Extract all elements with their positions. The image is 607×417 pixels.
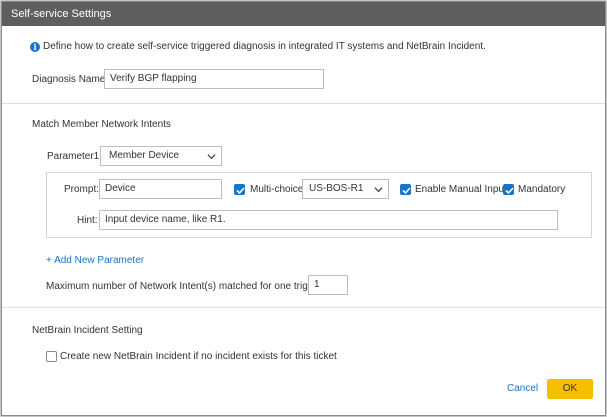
prompt-label: Prompt:: [64, 184, 100, 195]
parameter1-label: Parameter1:: [47, 151, 103, 162]
info-message: i Define how to create self-service trigg…: [30, 41, 486, 52]
mandatory-checkbox[interactable]: [503, 184, 514, 195]
manual-input-label: Enable Manual Input: [415, 184, 507, 195]
self-service-settings-dialog: Self-service Settings i Define how to cre…: [1, 1, 606, 416]
multi-choice-label: Multi-choice:: [250, 184, 307, 195]
section-divider: [2, 307, 605, 308]
section-divider: [2, 103, 605, 104]
hint-label: Hint:: [77, 215, 98, 226]
match-section-title: Match Member Network Intents: [32, 119, 171, 130]
create-incident-checkbox[interactable]: [46, 351, 57, 362]
dialog-titlebar[interactable]: Self-service Settings: [2, 2, 605, 26]
info-icon: i: [30, 42, 40, 52]
ok-button[interactable]: OK: [547, 379, 593, 399]
create-incident-label: Create new NetBrain Incident if no incid…: [60, 351, 337, 362]
parameter1-select[interactable]: Member Device: [100, 146, 222, 166]
checkmark-icon: [505, 187, 514, 195]
prompt-input[interactable]: Device: [99, 179, 222, 199]
chevron-down-icon: [207, 154, 216, 160]
diagnosis-name-input[interactable]: Verify BGP flapping: [104, 69, 324, 89]
info-text: Define how to create self-service trigge…: [43, 41, 486, 52]
checkmark-icon: [402, 187, 411, 195]
multi-choice-select[interactable]: US-BOS-R1: [302, 179, 389, 199]
multi-choice-select-value: US-BOS-R1: [309, 183, 364, 194]
max-intents-label: Maximum number of Network Intent(s) matc…: [46, 281, 347, 292]
multi-choice-checkbox[interactable]: [234, 184, 245, 195]
parameter1-select-value: Member Device: [109, 150, 180, 161]
chevron-down-icon: [374, 187, 383, 193]
diagnosis-name-label: Diagnosis Name:: [32, 74, 109, 85]
mandatory-label: Mandatory: [518, 184, 566, 195]
manual-input-checkbox[interactable]: [400, 184, 411, 195]
dialog-title: Self-service Settings: [11, 8, 112, 20]
checkmark-icon: [236, 187, 245, 195]
cancel-button[interactable]: Cancel: [507, 383, 538, 394]
add-new-parameter-link[interactable]: + Add New Parameter: [46, 255, 144, 266]
incident-section-title: NetBrain Incident Setting: [32, 325, 143, 336]
hint-input[interactable]: Input device name, like R1.: [99, 210, 558, 230]
max-intents-input[interactable]: 1: [308, 275, 348, 295]
